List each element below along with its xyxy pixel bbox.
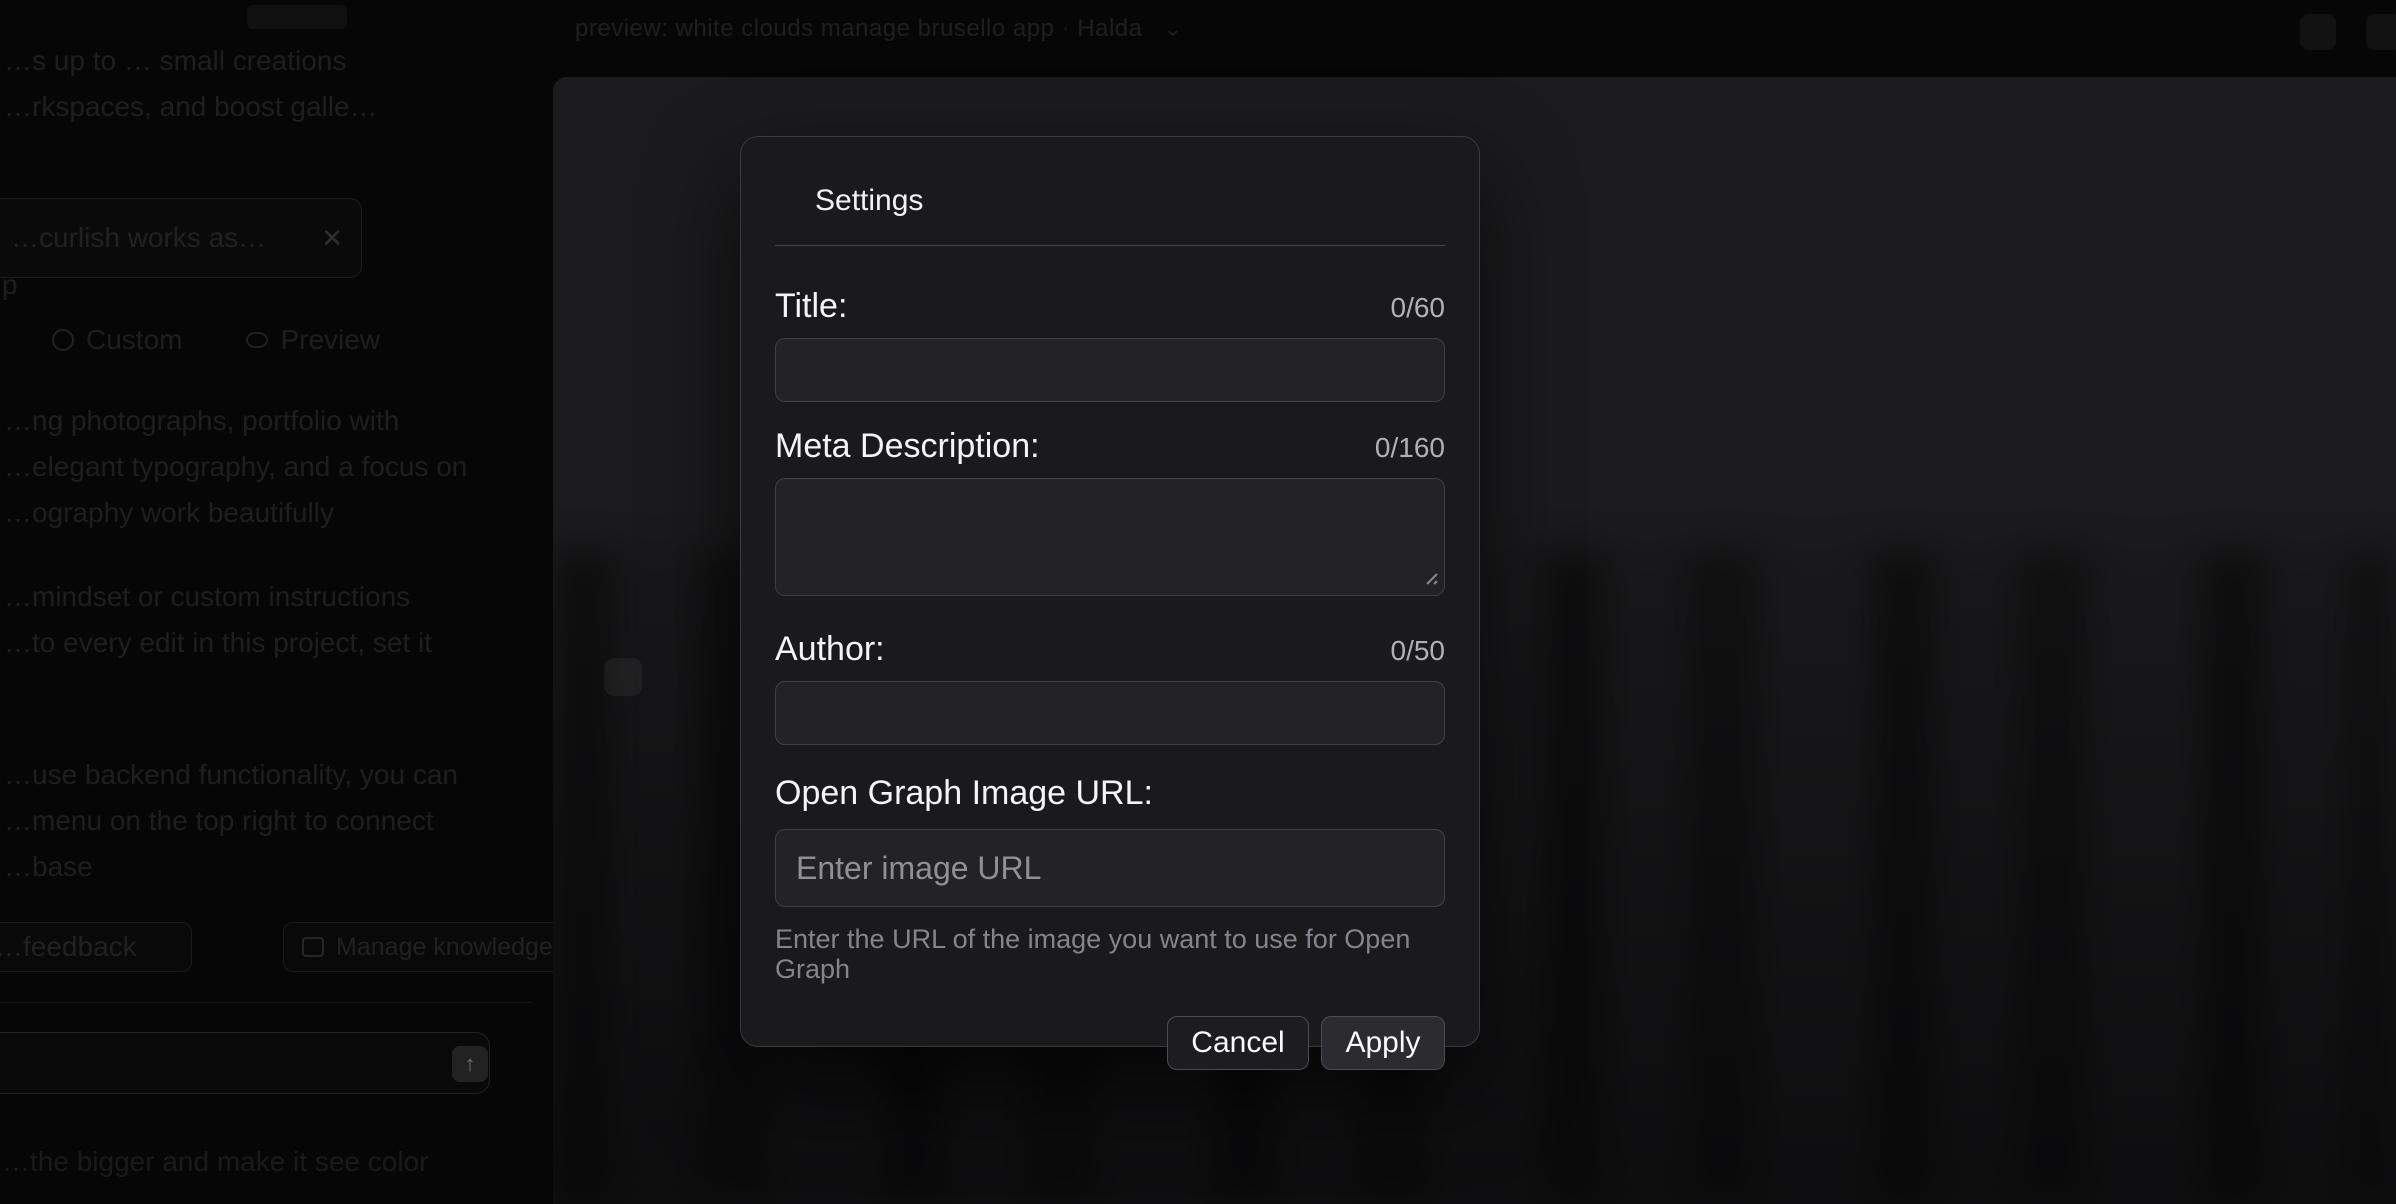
toggle-custom: Custom (52, 317, 182, 363)
feedback-button: …feedback (0, 922, 192, 972)
feedback-button-label: …feedback (0, 924, 137, 970)
send-icon: ↑ (452, 1046, 488, 1082)
manage-knowledge-label: Manage knowledge (336, 924, 553, 970)
og-image-url-input[interactable] (775, 829, 1445, 907)
chat-paragraph-line: …ng photographs, portfolio with (4, 398, 399, 444)
chat-paragraph-line: …use backend functionality, you can (4, 752, 458, 798)
chat-paragraph-line: …ography work beautifully (4, 490, 334, 536)
og-image-field-row: Open Graph Image URL: (775, 773, 1445, 813)
chat-input (0, 1032, 490, 1094)
eye-icon (246, 332, 268, 348)
settings-dialog: Settings Title: 0/60 Meta Description: 0… (740, 136, 1480, 1047)
close-icon: ✕ (321, 223, 343, 254)
resize-handle-icon[interactable] (1418, 565, 1440, 587)
breadcrumb-label: preview: white clouds manage brusello ap… (575, 15, 1142, 42)
chat-message-line: …s up to … small creations (4, 38, 346, 84)
chat-paragraph-line: …menu on the top right to connect (4, 798, 434, 844)
toolbar-icon (2300, 14, 2336, 50)
meta-description-label: Meta Description: (775, 426, 1040, 466)
meta-description-wrap (775, 478, 1445, 596)
cancel-button[interactable]: Cancel (1167, 1016, 1309, 1070)
author-field-row: Author: 0/50 (775, 629, 1445, 669)
tab-pill (247, 5, 347, 29)
meta-description-char-counter: 0/160 (1375, 432, 1445, 464)
suggestion-card: …curlish works as… ✕ (0, 198, 362, 278)
suggestion-card-text: …curlish works as… (11, 215, 266, 261)
author-char-counter: 0/50 (1391, 635, 1446, 667)
chat-paragraph-line: …elegant typography, and a focus on (4, 444, 467, 490)
book-icon (302, 937, 324, 957)
chat-user-message: …the bigger and make it see color (2, 1146, 428, 1178)
dialog-footer: Cancel Apply (775, 1016, 1445, 1070)
chat-paragraph-line: …to every edit in this project, set it (4, 620, 432, 666)
app-root: preview: white clouds manage brusello ap… (0, 0, 2396, 1204)
meta-description-field-row: Meta Description: 0/160 (775, 426, 1445, 466)
chat-chip: p (2, 262, 18, 308)
chat-paragraph-line: …mindset or custom instructions (4, 574, 410, 620)
mode-toggle-row: Custom Preview (52, 320, 380, 360)
monitor-icon (52, 329, 74, 351)
sidebar-divider (0, 1002, 532, 1003)
send-arrow-glyph: ↑ (465, 1051, 476, 1077)
og-image-helper-text: Enter the URL of the image you want to u… (775, 924, 1445, 984)
og-image-url-label: Open Graph Image URL: (775, 773, 1153, 813)
title-field-row: Title: 0/60 (775, 286, 1445, 326)
apply-button[interactable]: Apply (1321, 1016, 1445, 1070)
meta-description-textarea[interactable] (775, 478, 1445, 596)
chat-paragraph-line: …base (4, 844, 93, 890)
breadcrumb: preview: white clouds manage brusello ap… (575, 15, 1183, 43)
dialog-title: Settings (775, 183, 1445, 219)
mini-button (604, 658, 642, 696)
chevron-down-icon: ⌄ (1164, 16, 1183, 41)
chat-message-line: …rkspaces, and boost galle… (4, 84, 378, 130)
dialog-divider (775, 245, 1445, 246)
toggle-preview: Preview (246, 317, 380, 363)
toggle-label: Custom (86, 317, 182, 363)
avatar-icon (2366, 14, 2396, 50)
toggle-label: Preview (280, 317, 380, 363)
author-input[interactable] (775, 681, 1445, 745)
title-input[interactable] (775, 338, 1445, 402)
title-label: Title: (775, 286, 847, 326)
title-char-counter: 0/60 (1391, 292, 1446, 324)
manage-knowledge-button: Manage knowledge (283, 922, 572, 972)
author-label: Author: (775, 629, 885, 669)
